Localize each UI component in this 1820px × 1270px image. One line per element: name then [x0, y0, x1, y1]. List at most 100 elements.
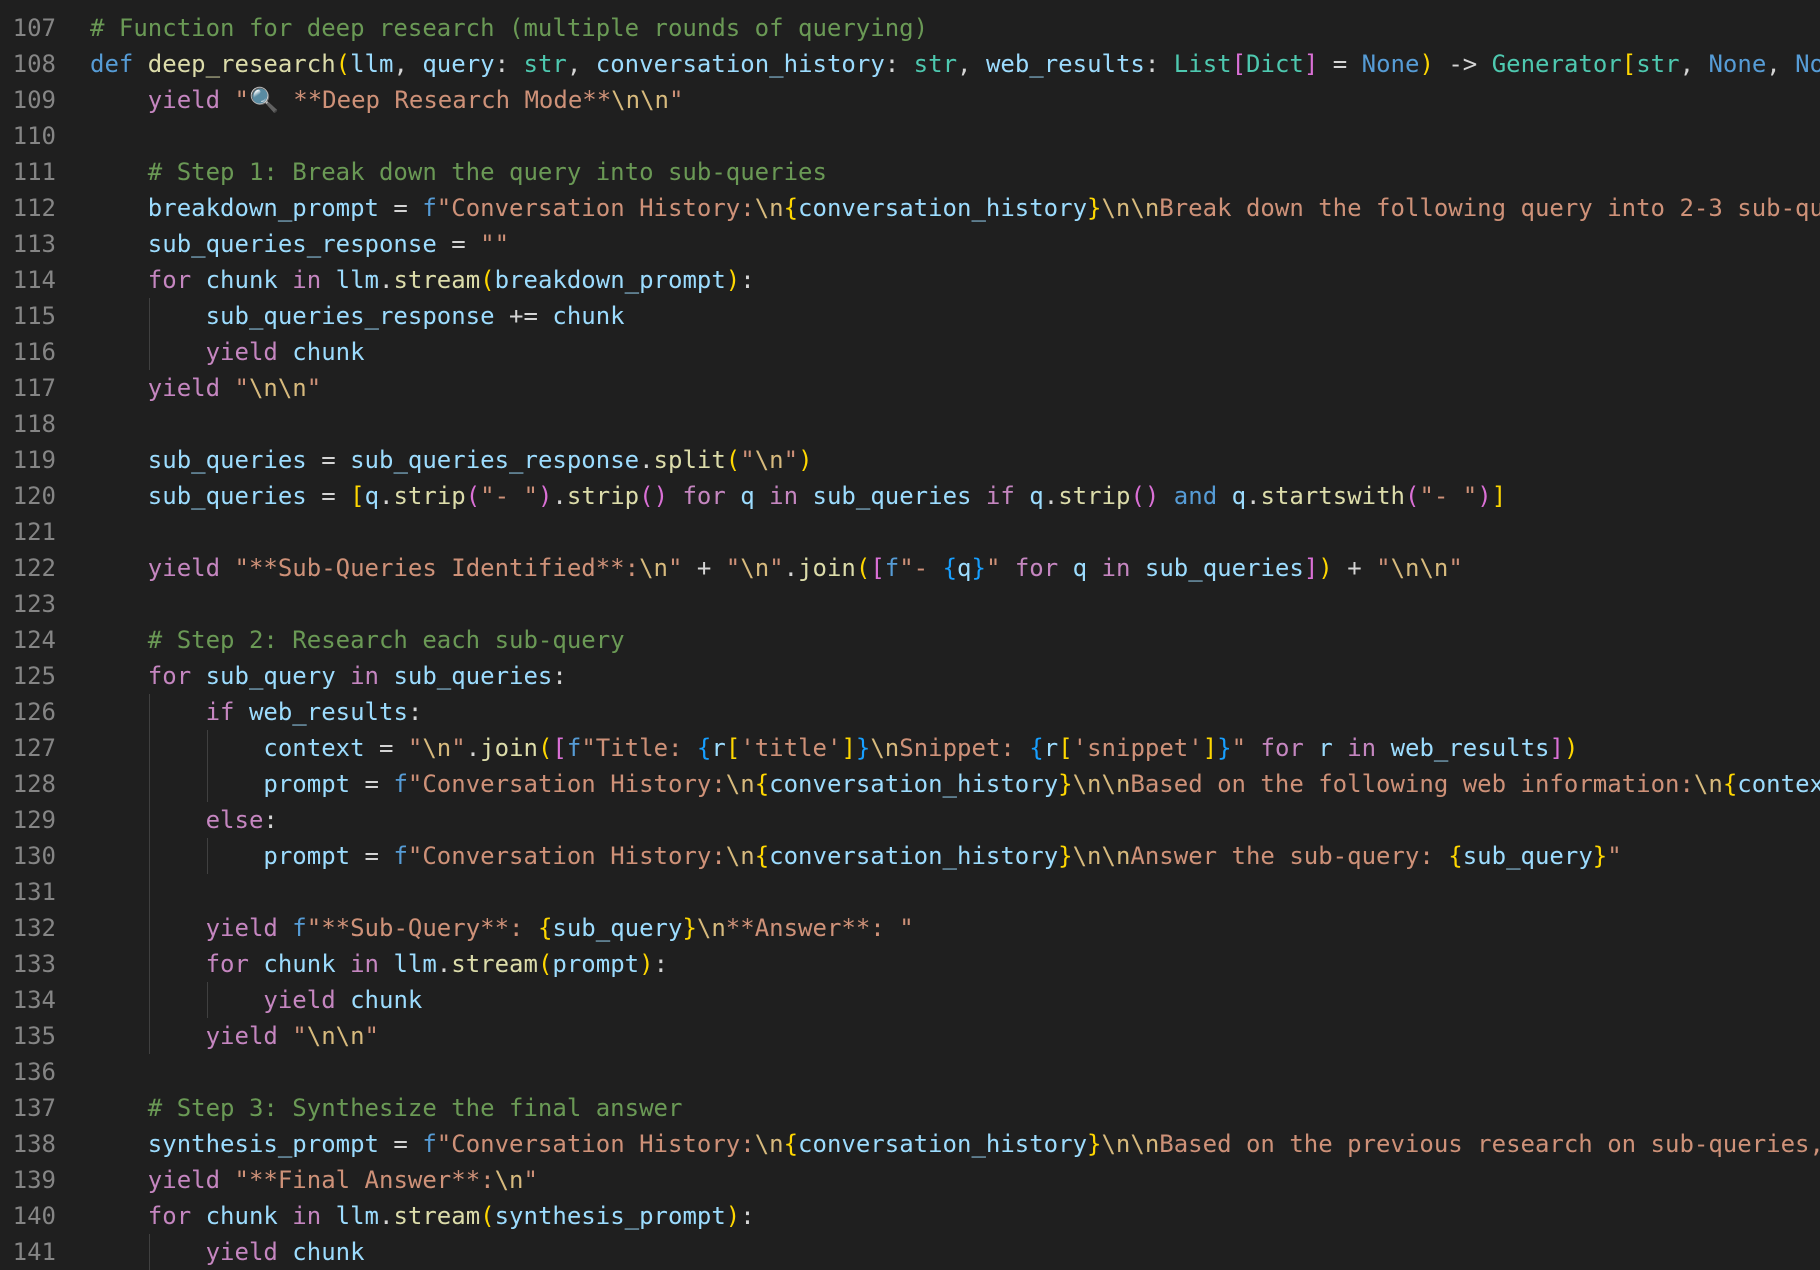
code-line[interactable]: 123: [0, 586, 1820, 622]
code-line[interactable]: 108 def deep_research(llm, query: str, co…: [0, 46, 1820, 82]
code-line[interactable]: 110: [0, 118, 1820, 154]
code-text: yield "🔍 **Deep Research Mode**\n\n": [148, 82, 684, 118]
code-token: .: [379, 482, 394, 510]
code-line[interactable]: 133 for chunk in llm.stream(prompt):: [0, 946, 1820, 982]
code-line[interactable]: 136: [0, 1054, 1820, 1090]
code-token: sub_queries: [147, 446, 307, 474]
code-token: chunk: [350, 986, 423, 1014]
code-token: .: [783, 554, 799, 582]
line-number: 119: [12, 446, 56, 474]
code-line[interactable]: 120 sub_queries = [q.strip("- ").strip() …: [0, 478, 1820, 514]
code-line[interactable]: 112 breakdown_prompt = f"Conversation His…: [0, 190, 1820, 226]
line-number: 129: [12, 806, 56, 834]
code-token: +: [1332, 554, 1377, 582]
code-line[interactable]: 111 # Step 1: Break down the query into s…: [0, 154, 1820, 190]
code-line[interactable]: 129 else:: [0, 802, 1820, 838]
code-line[interactable]: 114 for chunk in llm.stream(breakdown_pro…: [0, 262, 1820, 298]
code-line[interactable]: 121: [0, 514, 1820, 550]
line-number: 111: [12, 158, 56, 186]
code-token: [: [725, 734, 741, 762]
code-token: .: [552, 482, 567, 510]
code-token: {: [537, 914, 553, 942]
code-token: ": [451, 734, 466, 762]
code-token: }: [1217, 734, 1232, 762]
code-line[interactable]: 113 sub_queries_response = "": [0, 226, 1820, 262]
code-line[interactable]: 117 yield "\n\n": [0, 370, 1820, 406]
code-line[interactable]: 124 # Step 2: Research each sub-query: [0, 622, 1820, 658]
code-line[interactable]: 137 # Step 3: Synthesize the final answer: [0, 1090, 1820, 1126]
code-token: :: [494, 50, 524, 78]
code-token: else: [205, 806, 264, 834]
code-token: }: [1087, 1130, 1102, 1158]
line-number: 130: [12, 842, 56, 870]
code-editor[interactable]: 107 # Function for deep research (multipl…: [0, 0, 1820, 1270]
code-token: llm: [335, 1202, 379, 1230]
code-line[interactable]: 135 yield "\n\n": [0, 1018, 1820, 1054]
code-line[interactable]: 128 prompt = f"Conversation History:\n{co…: [0, 766, 1820, 802]
code-token: ]: [1202, 734, 1218, 762]
code-token: str: [913, 50, 958, 78]
code-line[interactable]: 116 yield chunk: [0, 334, 1820, 370]
code-token: stream: [393, 266, 481, 294]
code-line[interactable]: 134 yield chunk: [0, 982, 1820, 1018]
code-text: yield chunk: [263, 982, 422, 1018]
code-line[interactable]: 122 yield "**Sub-Queries Identified**:\n"…: [0, 550, 1820, 586]
code-token: {: [942, 554, 958, 582]
code-token: f: [393, 770, 408, 798]
code-token: :: [1144, 50, 1174, 78]
code-token: prompt: [263, 842, 351, 870]
line-number: 136: [12, 1058, 56, 1086]
code-token: # Function for deep research (multiple r…: [90, 14, 929, 42]
code-token: deep_research: [147, 50, 336, 78]
code-token: ): [725, 266, 741, 294]
code-token: =: [378, 1130, 423, 1158]
code-token: f: [422, 194, 437, 222]
code-token: =: [378, 194, 423, 222]
code-line[interactable]: 138 synthesis_prompt = f"Conversation His…: [0, 1126, 1820, 1162]
code-line[interactable]: 119 sub_queries = sub_queries_response.sp…: [0, 442, 1820, 478]
code-token: Dict: [1246, 50, 1304, 78]
code-token: "Conversation History:: [436, 1130, 755, 1158]
code-token: \n\n: [611, 86, 669, 114]
code-token: \n\n: [1072, 842, 1131, 870]
code-token: \n: [725, 770, 755, 798]
code-line[interactable]: 126 if web_results:: [0, 694, 1820, 730]
code-token: yield: [147, 86, 235, 114]
code-line[interactable]: 127 context = "\n".join([f"Title: {r['tit…: [0, 730, 1820, 766]
code-token: {: [754, 842, 770, 870]
code-token: (: [480, 1202, 495, 1230]
code-line[interactable]: 118: [0, 406, 1820, 442]
code-token: r: [1043, 734, 1059, 762]
code-token: ": [1231, 734, 1247, 762]
code-text: sub_queries_response += chunk: [206, 298, 625, 334]
code-token: ): [537, 482, 553, 510]
code-token: ": [234, 374, 249, 402]
code-token: conversation_history: [769, 842, 1059, 870]
code-token: [: [552, 734, 567, 762]
code-line[interactable]: 107 # Function for deep research (multipl…: [0, 10, 1820, 46]
code-line[interactable]: 141 yield chunk: [0, 1234, 1820, 1270]
code-text: prompt = f"Conversation History:\n{conve…: [263, 838, 1621, 874]
code-token: Based on the previous research on sub-qu…: [1159, 1130, 1820, 1158]
code-line[interactable]: 109 yield "🔍 **Deep Research Mode**\n\n": [0, 82, 1820, 118]
code-line[interactable]: 140 for chunk in llm.stream(synthesis_pro…: [0, 1198, 1820, 1234]
code-token: }: [1087, 194, 1102, 222]
indent-guide: [148, 298, 150, 370]
code-token: ": [523, 1166, 538, 1194]
code-line[interactable]: 132 yield f"**Sub-Query**: {sub_query}\n*…: [0, 910, 1820, 946]
code-line[interactable]: 131: [0, 874, 1820, 910]
code-token: and: [1159, 482, 1232, 510]
code-token: \n: [740, 554, 770, 582]
line-number: 132: [12, 914, 56, 942]
code-text: synthesis_prompt = f"Conversation Histor…: [148, 1126, 1820, 1162]
code-line[interactable]: 139 yield "**Final Answer**:\n": [0, 1162, 1820, 1198]
code-token: (: [537, 950, 553, 978]
code-line[interactable]: 115 sub_queries_response += chunk: [0, 298, 1820, 334]
code-line[interactable]: 125 for sub_query in sub_queries:: [0, 658, 1820, 694]
line-number: 126: [12, 698, 56, 726]
code-token: breakdown_prompt: [494, 266, 726, 294]
code-token: [: [1621, 50, 1637, 78]
code-line[interactable]: 130 prompt = f"Conversation History:\n{co…: [0, 838, 1820, 874]
code-token: sub_queries_response: [350, 446, 640, 474]
code-token: "Conversation History:: [407, 770, 726, 798]
